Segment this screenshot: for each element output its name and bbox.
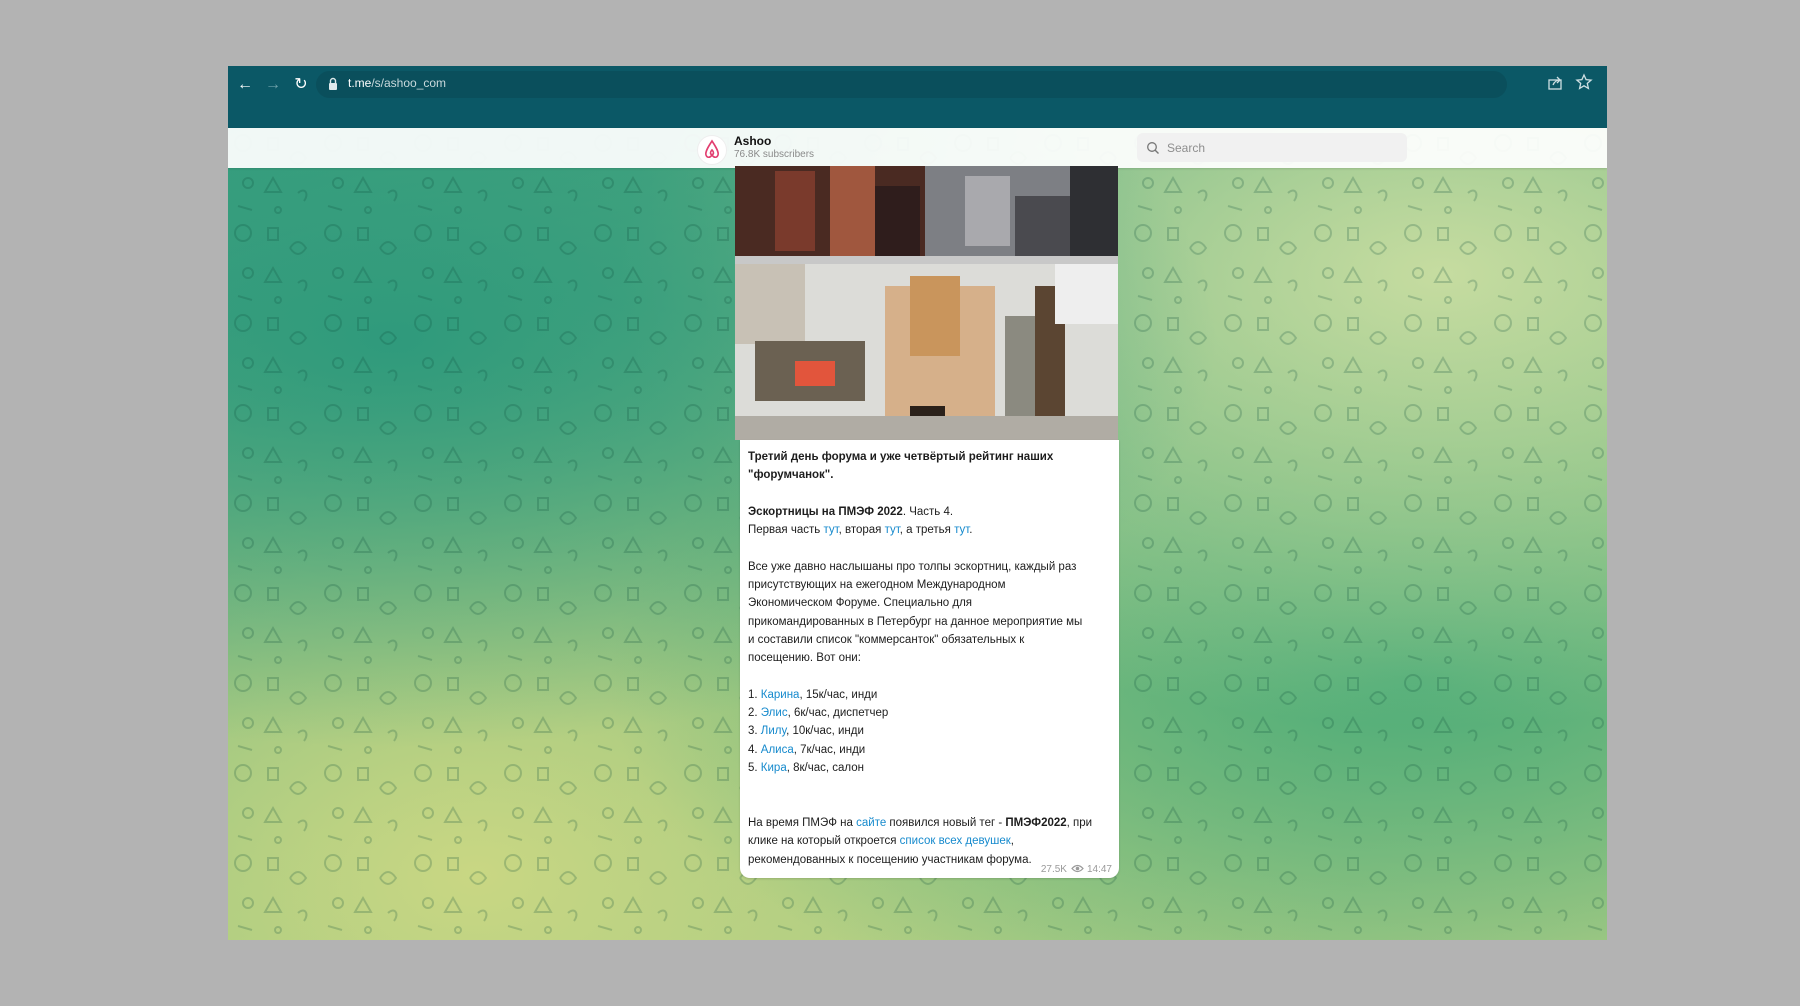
link-part-1[interactable]: тут [823,524,838,536]
list-details: , 10к/час, инди [786,725,864,738]
links-sep-2: , а третья [899,524,955,537]
message-time: 14:47 [1086,864,1112,875]
channel-name[interactable]: Ashoo [734,134,771,148]
part-heading-rest: . Часть 4. [902,505,954,518]
channel-post: Третий день форума и уже четвёртый рейти… [735,166,1119,878]
subscriber-count: 76.8K subscribers [734,149,815,160]
para-line: посещению. Вот они: [748,652,861,665]
para-line: Экономическом Форуме. Специально для [748,597,973,610]
list-name-link[interactable]: Карина [761,689,800,701]
address-bar[interactable]: t.me/s/ashoo_com [316,71,1507,98]
reload-icon[interactable]: ↻ [291,75,311,95]
search-icon [1147,142,1159,154]
footer-after-tag: , при [1066,816,1093,829]
footer-intro: На время ПМЭФ на [748,816,857,829]
list-name-link[interactable]: Алиса [761,744,794,756]
link-part-3[interactable]: тут [954,524,969,536]
list-num: 2. [748,707,761,720]
list-num: 1. [748,688,761,701]
list-details: , 6к/час, диспетчер [787,707,889,720]
site-link[interactable]: сайте [856,817,886,829]
post-title: Третий день форума и уже четвёртый рейти… [748,451,1054,463]
list-name-link[interactable]: Элис [761,707,788,719]
list-details: , 8к/час, салон [786,762,864,775]
eye-icon [1071,864,1084,873]
para-line: Все уже давно наслышаны про толпы эскорт… [748,560,1077,573]
para-line: и составили список "коммерсанток" обязат… [748,633,1025,646]
share-icon[interactable] [1546,74,1564,92]
list-item: 5. Кира, 8к/час, салон [748,759,1110,777]
channel-header: Ashoo 76.8K subscribers Search [228,128,1607,168]
links-end: . [969,524,973,537]
part-heading: Эскортницы на ПМЭФ 2022 [748,505,903,518]
back-icon[interactable]: ← [235,75,255,95]
browser-window: ← → ↻ t.me/s/ashoo_com Ashoo 76.8K subsc… [228,66,1607,940]
list-item: 1. Карина, 15к/час, инди [748,686,1110,704]
url-text[interactable]: t.me/s/ashoo_com [348,76,446,90]
list-item: 2. Элис, 6к/час, диспетчер [748,704,1110,722]
links-sep-1: , вторая [838,524,885,537]
para-line: прикомандированных в Петербург на данное… [748,615,1083,628]
girls-list-link[interactable]: список всех девушек [900,835,1011,847]
footer-line2-end: , [1010,835,1014,848]
search-placeholder: Search [1167,141,1206,155]
links-intro: Первая часть [748,524,824,537]
list-name-link[interactable]: Лилу [761,725,786,737]
list-num: 5. [748,762,761,775]
list-item: 3. Лилу, 10к/час, инди [748,722,1110,740]
list-name-link[interactable]: Кира [761,762,787,774]
list-item: 4. Алиса, 7к/час, инди [748,741,1110,759]
channel-avatar[interactable] [697,135,727,165]
footer-line2: клике на который откроется [748,835,900,848]
lock-icon [329,77,337,90]
browser-toolbar: ← → ↻ t.me/s/ashoo_com [228,66,1607,128]
message-text: Третий день форума и уже четвёртый рейти… [748,448,1110,869]
channel-logo-icon [705,139,719,159]
view-count: 27.5K [1040,864,1067,875]
list-num: 4. [748,743,761,756]
post-photo-album[interactable] [735,166,1118,440]
list-details: , 7к/час, инди [793,743,866,756]
message-meta: 27.5K 14:47 [1041,864,1112,875]
message-bubble: Третий день форума и уже четвёртый рейти… [740,440,1119,878]
star-icon[interactable] [1575,73,1593,91]
list-num: 3. [748,725,761,738]
footer-mid: появился новый тег - [886,816,1006,829]
forward-icon[interactable]: → [263,75,283,95]
list-details: , 15к/час, инди [799,688,878,701]
post-title-2: "форумчанок". [748,469,834,482]
para-line: присутствующих на ежегодном Международно… [748,579,1006,592]
tag-text: ПМЭФ2022 [1005,816,1067,829]
search-input[interactable]: Search [1137,133,1407,162]
link-part-2[interactable]: тут [885,524,900,536]
